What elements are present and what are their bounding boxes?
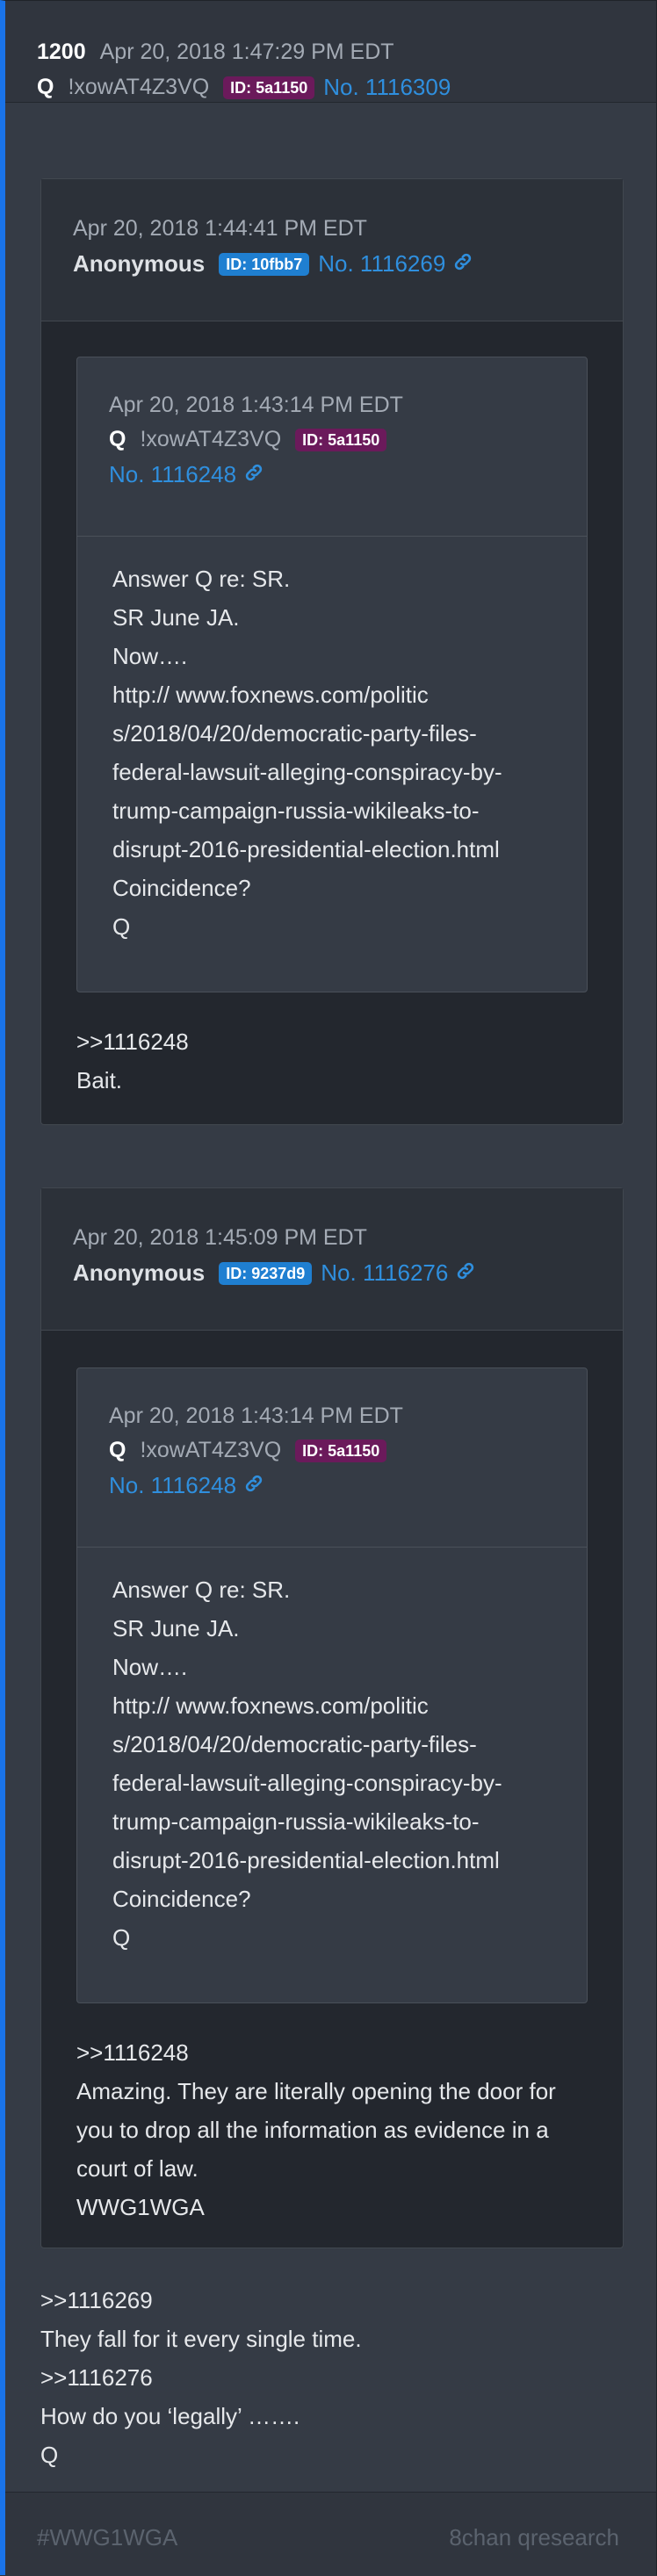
body-line[interactable]: >>1116269 (40, 2281, 362, 2320)
quoted-author-name: Anonymous (73, 250, 206, 277)
inner-author-tripcode: !xowAT4Z3VQ (140, 1438, 282, 1462)
author-id-badge: ID: 5a1150 (223, 76, 315, 99)
body-line[interactable]: >>1116276 (40, 2358, 362, 2397)
quoted-post-header: Apr 20, 2018 1:45:09 PM EDT Anonymous ID… (41, 1188, 623, 1331)
quoted-post-date: Apr 20, 2018 1:44:41 PM EDT (73, 216, 367, 241)
inner-quoted-post: Apr 20, 2018 1:43:14 PM EDT Q !xowAT4Z3V… (76, 357, 588, 992)
body-line: trump-campaign-russia-wikileaks-to- (112, 1808, 480, 1835)
body-line: Now…. (112, 643, 188, 669)
link-chain-icon[interactable] (452, 251, 473, 277)
inner-quoted-header: Apr 20, 2018 1:43:14 PM EDT Q !xowAT4Z3V… (77, 357, 587, 537)
body-line: s/2018/04/20/democratic-party-files- (112, 720, 477, 747)
quoted-post-date: Apr 20, 2018 1:45:09 PM EDT (73, 1225, 367, 1250)
body-line: WWG1WGA (76, 2194, 205, 2220)
quoted-post-body: >>1116248 Bait. (76, 1022, 189, 1100)
inner-post-body: Answer Q re: SR. SR June JA. Now…. http:… (77, 1548, 587, 1957)
body-line: Coincidence? (112, 875, 251, 901)
quoted-author-name: Anonymous (73, 1259, 206, 1286)
quoted-author-id-badge: ID: 9237d9 (219, 1261, 313, 1285)
body-line: Bait. (76, 1067, 123, 1093)
body-line: http:// www.foxnews.com/politic (112, 682, 429, 708)
body-line: you to drop all the information as evide… (76, 2117, 549, 2143)
footer-site: 8chan qresearch (449, 2524, 619, 2551)
body-line: disrupt-2016-presidential-election.html (112, 836, 500, 862)
inner-post-link[interactable]: No. 1116248 (109, 1472, 236, 1499)
author-tripcode: !xowAT4Z3VQ (68, 75, 210, 99)
body-line: Q (112, 913, 131, 940)
body-line: Now…. (112, 1654, 188, 1680)
post-date: Apr 20, 2018 1:47:29 PM EDT (99, 40, 394, 64)
quoted-author-id-badge: ID: 10fbb7 (219, 252, 310, 276)
inner-post-date: Apr 20, 2018 1:43:14 PM EDT (109, 393, 403, 417)
body-line: disrupt-2016-presidential-election.html (112, 1847, 500, 1873)
author-name: Q (37, 75, 54, 99)
inner-post-link[interactable]: No. 1116248 (109, 461, 236, 488)
link-chain-icon[interactable] (243, 462, 264, 487)
link-chain-icon[interactable] (243, 1473, 264, 1498)
inner-author-id-badge: ID: 5a1150 (295, 1439, 387, 1462)
body-line: Coincidence? (112, 1886, 251, 1912)
link-chain-icon[interactable] (455, 1260, 476, 1286)
body-line: They fall for it every single time. (40, 2326, 362, 2352)
body-line: Q (40, 2442, 59, 2468)
body-line: Answer Q re: SR. (112, 1577, 291, 1603)
inner-author-tripcode: !xowAT4Z3VQ (140, 427, 282, 451)
body-line: How do you ‘legally’ ……. (40, 2403, 300, 2429)
body-line: Answer Q re: SR. (112, 566, 291, 592)
footer-hashtag: #WWG1WGA (37, 2524, 178, 2551)
inner-quoted-post: Apr 20, 2018 1:43:14 PM EDT Q !xowAT4Z3V… (76, 1367, 588, 2003)
post-number: 1200 (37, 40, 86, 64)
quoted-post-link[interactable]: No. 1116276 (321, 1259, 448, 1287)
inner-author-id-badge: ID: 5a1150 (295, 428, 387, 451)
q-post: 1200 Apr 20, 2018 1:47:29 PM EDT Q !xowA… (0, 0, 657, 2576)
quoted-post-header: Apr 20, 2018 1:44:41 PM EDT Anonymous ID… (41, 179, 623, 321)
body-line[interactable]: >>1116248 (76, 2033, 556, 2072)
body-line: federal-lawsuit-alleging-conspiracy-by- (112, 1770, 502, 1796)
quoted-post-body: >>1116248 Amazing. They are literally op… (76, 2033, 556, 2226)
post-body: >>1116269 They fall for it every single … (40, 2281, 362, 2474)
inner-post-body: Answer Q re: SR. SR June JA. Now…. http:… (77, 537, 587, 946)
post-footer: #WWG1WGA 8chan qresearch (5, 2492, 656, 2576)
body-line: trump-campaign-russia-wikileaks-to- (112, 797, 480, 824)
body-line: SR June JA. (112, 1615, 240, 1642)
post-link[interactable]: No. 1116309 (323, 74, 451, 101)
inner-quoted-header: Apr 20, 2018 1:43:14 PM EDT Q !xowAT4Z3V… (77, 1368, 587, 1548)
inner-author-name: Q (109, 1438, 126, 1462)
quoted-post: Apr 20, 2018 1:45:09 PM EDT Anonymous ID… (40, 1187, 624, 2248)
post-author-row: Q !xowAT4Z3VQ ID: 5a1150 No. 1116309 (37, 74, 656, 101)
post-meta-row: 1200 Apr 20, 2018 1:47:29 PM EDT (37, 40, 656, 65)
body-line: court of law. (76, 2155, 199, 2182)
quoted-post: Apr 20, 2018 1:44:41 PM EDT Anonymous ID… (40, 178, 624, 1125)
body-line: http:// www.foxnews.com/politic (112, 1692, 429, 1719)
body-line: federal-lawsuit-alleging-conspiracy-by- (112, 759, 502, 785)
body-line[interactable]: >>1116248 (76, 1022, 189, 1061)
body-line: Amazing. They are literally opening the … (76, 2078, 556, 2104)
body-line: Q (112, 1924, 131, 1951)
quoted-post-link[interactable]: No. 1116269 (318, 250, 445, 278)
inner-author-name: Q (109, 427, 126, 451)
post-header: 1200 Apr 20, 2018 1:47:29 PM EDT Q !xowA… (5, 1, 656, 103)
body-line: s/2018/04/20/democratic-party-files- (112, 1731, 477, 1757)
inner-post-date: Apr 20, 2018 1:43:14 PM EDT (109, 1403, 403, 1428)
body-line: SR June JA. (112, 604, 240, 631)
